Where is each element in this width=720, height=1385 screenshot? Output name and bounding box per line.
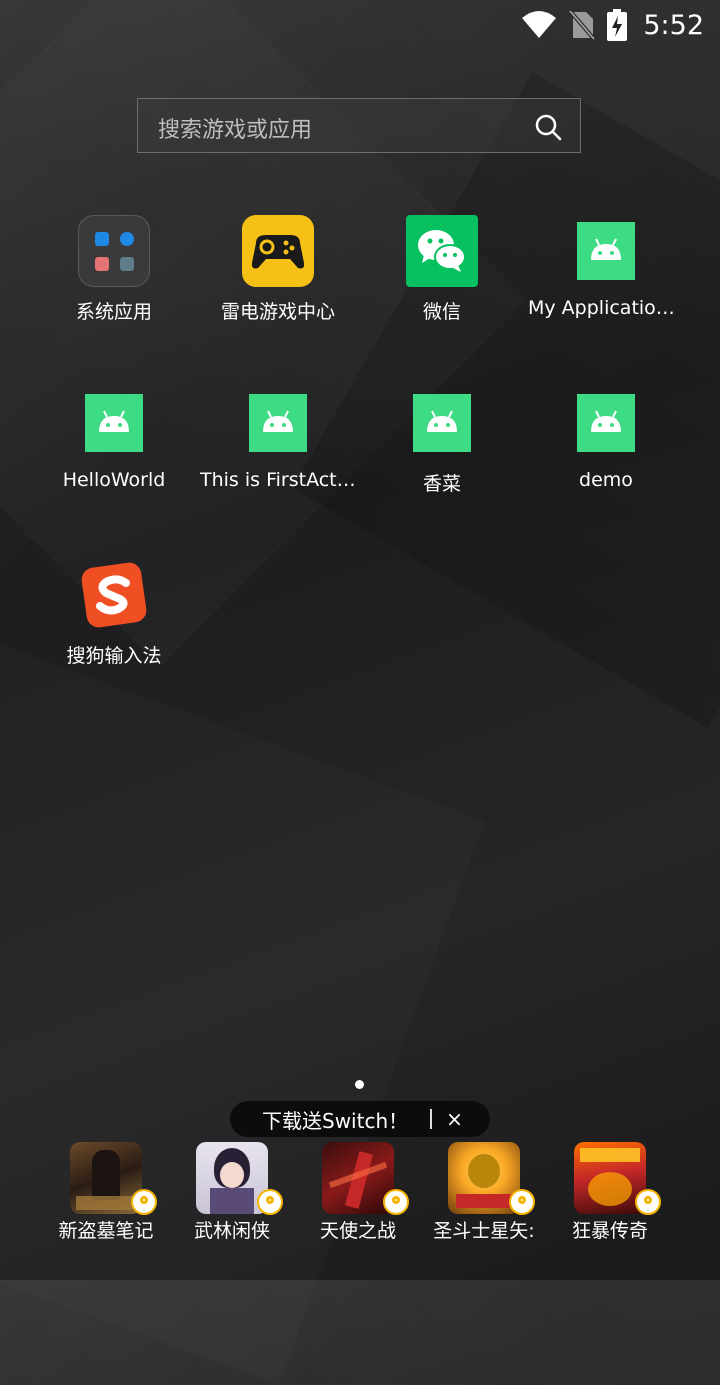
leidian-badge-icon [635, 1189, 661, 1215]
app-helloworld[interactable]: HelloWorld [32, 387, 196, 517]
app-leidian-game-center[interactable]: 雷电游戏中心 [196, 215, 360, 345]
dock-game-shengdoushi[interactable]: 圣斗士星矢: [421, 1142, 547, 1242]
folder-icon [78, 215, 150, 287]
gamepad-icon [242, 215, 314, 287]
android-icon [406, 387, 478, 459]
app-label: demo [579, 469, 633, 491]
app-label: 搜狗输入法 [66, 645, 162, 667]
no-sim-icon [569, 10, 596, 40]
dock-game-wulin[interactable]: 武林闲侠 [169, 1142, 295, 1242]
app-label: My Application10... [528, 297, 684, 319]
android-icon [78, 387, 150, 459]
dock-app-label: 天使之战 [319, 1220, 396, 1242]
promo-banner[interactable]: 下载送Switch！ × [230, 1101, 490, 1137]
search-icon[interactable] [534, 113, 562, 141]
promo-text[interactable]: 下载送Switch！ [262, 1105, 408, 1134]
app-my-application[interactable]: My Application10... [524, 215, 688, 345]
wifi-icon [522, 11, 557, 38]
promo-divider [430, 1109, 433, 1129]
android-icon [242, 387, 314, 459]
leidian-badge-icon [383, 1189, 409, 1215]
app-xiangcai[interactable]: 香菜 [360, 387, 524, 517]
android-icon [570, 215, 642, 287]
close-icon[interactable]: × [446, 1107, 463, 1131]
app-label: HelloWorld [62, 469, 166, 491]
dock-game-kuangbao[interactable]: 狂暴传奇 [547, 1142, 673, 1242]
app-wechat[interactable]: 微信 [360, 215, 524, 345]
leidian-badge-icon [509, 1189, 535, 1215]
search-input[interactable]: 搜索游戏或应用 [158, 112, 312, 144]
app-first-activity[interactable]: This is FirstActivi... [196, 387, 360, 517]
dock-app-label: 武林闲侠 [193, 1220, 270, 1242]
dock-app-label: 圣斗士星矢: [433, 1220, 535, 1242]
sogou-icon [81, 562, 147, 628]
leidian-badge-icon [257, 1189, 283, 1215]
status-bar: 5:52 [0, 0, 720, 50]
app-label: 系统应用 [75, 301, 152, 323]
leidian-badge-icon [131, 1189, 157, 1215]
app-label: 微信 [422, 301, 461, 323]
app-label: 香菜 [422, 473, 461, 495]
dock-app-label: 狂暴传奇 [571, 1220, 648, 1242]
app-demo[interactable]: demo [524, 387, 688, 517]
clock: 5:52 [643, 9, 704, 41]
page-indicator-dot [355, 1080, 364, 1089]
app-label: 雷电游戏中心 [220, 301, 335, 323]
battery-charging-icon [607, 9, 628, 41]
dock-game-daomu[interactable]: 新盗墓笔记 [43, 1142, 169, 1242]
android-icon [570, 387, 642, 459]
app-system-apps-folder[interactable]: 系统应用 [32, 215, 196, 345]
dock-app-label: 新盗墓笔记 [58, 1220, 154, 1242]
app-sogou-input[interactable]: 搜狗输入法 [32, 559, 196, 689]
dock-game-tianshi[interactable]: 天使之战 [295, 1142, 421, 1242]
app-label: This is FirstActivi... [200, 469, 356, 491]
search-bar[interactable]: 搜索游戏或应用 [137, 98, 581, 153]
wechat-icon [406, 215, 478, 287]
